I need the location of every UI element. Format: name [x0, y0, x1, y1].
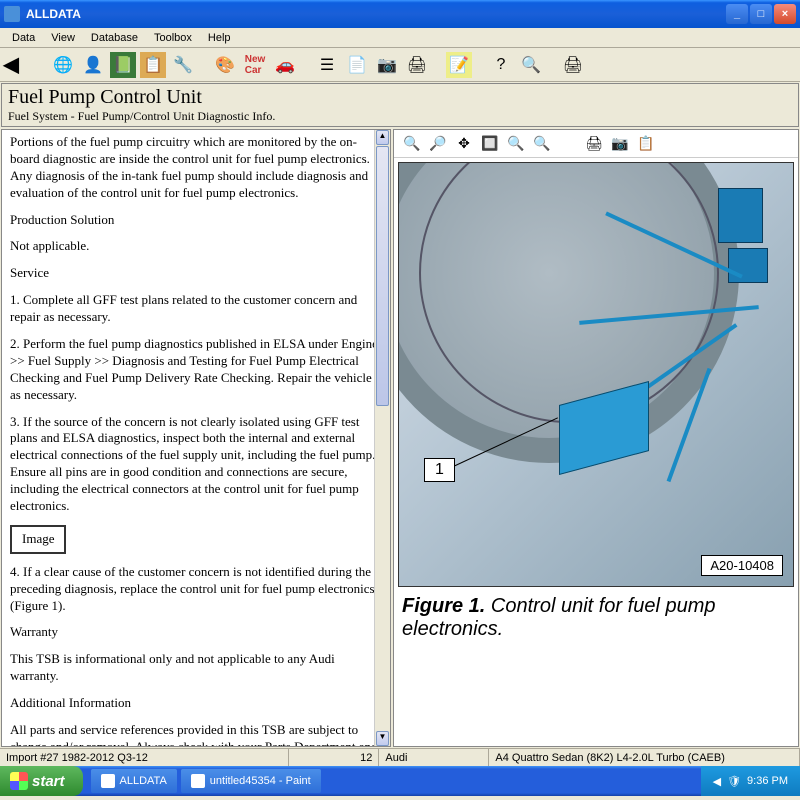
article-para: All parts and service references provide…	[10, 722, 382, 747]
system-tray[interactable]: ◀ 🛡 9:36 PM	[701, 766, 800, 796]
article-para: 1. Complete all GFF test plans related t…	[10, 292, 382, 326]
article-para: Production Solution	[10, 212, 382, 229]
tool-camera-icon[interactable]: 📷	[374, 52, 400, 78]
print-image-icon[interactable]: 🖨	[584, 134, 604, 154]
tool-print-icon[interactable]: 🖨	[404, 52, 430, 78]
zoom-out-icon[interactable]: 🔎	[428, 134, 448, 154]
tray-icon[interactable]: ◀	[713, 775, 721, 788]
page-title: Fuel Pump Control Unit	[8, 86, 792, 109]
tool-print2-icon[interactable]: 🖨	[560, 52, 586, 78]
status-vehicle: A4 Quattro Sedan (8K2) L4-2.0L Turbo (CA…	[489, 749, 800, 766]
menu-help[interactable]: Help	[200, 30, 239, 46]
tray-icon[interactable]: 🛡	[727, 775, 741, 788]
article-para: Not applicable.	[10, 238, 382, 255]
menu-toolbox[interactable]: Toolbox	[146, 30, 200, 46]
tray-clock: 9:36 PM	[747, 775, 788, 787]
tool-search-icon[interactable]: 🔍	[518, 52, 544, 78]
article-para: This TSB is informational only and not a…	[10, 651, 382, 685]
tool-car-icon[interactable]: 🚗	[272, 52, 298, 78]
diagram-callout-1: 1	[424, 458, 455, 482]
status-bar: Import #27 1982-2012 Q3-12 12 Audi A4 Qu…	[0, 748, 800, 766]
title-bar: ALLDATA _ □ ×	[0, 0, 800, 28]
move-icon[interactable]: ✥	[454, 134, 474, 154]
scroll-thumb[interactable]	[376, 146, 389, 406]
figure-caption: Figure 1. Control unit for fuel pump ele…	[398, 587, 794, 649]
tool-wrench-icon[interactable]: 🔧	[170, 52, 196, 78]
article-para: 4. If a clear cause of the customer conc…	[10, 564, 382, 615]
diagram-part-number: A20-10408	[701, 555, 783, 576]
scroll-up-icon[interactable]: ▲	[376, 130, 389, 145]
close-button[interactable]: ×	[774, 4, 796, 24]
scroll-down-icon[interactable]: ▼	[376, 731, 389, 746]
tool-help-icon[interactable]: ?	[488, 52, 514, 78]
article-para: 3. If the source of the concern is not c…	[10, 414, 382, 515]
tool-paint-icon[interactable]: 🎨	[212, 52, 238, 78]
article-para: Service	[10, 265, 382, 282]
tool-card-icon[interactable]: 📋	[140, 52, 166, 78]
zoom-fit-icon[interactable]: 🔲	[480, 134, 500, 154]
menu-data[interactable]: Data	[4, 30, 43, 46]
main-toolbar: ◀ 🌐 👤 📗 📋 🔧 🎨 NewCar 🚗 ☰ 📄 📷 🖨 📝 ? 🔍 🖨	[0, 48, 800, 82]
tool-newcar-icon[interactable]: NewCar	[242, 52, 268, 78]
image-pane: 🔍 🔎 ✥ 🔲 🔍 🔍 🖨 📷 📋 1	[393, 129, 799, 747]
taskbar: start ALLDATA untitled45354 - Paint ◀ 🛡 …	[0, 766, 800, 796]
tool-doc-icon[interactable]: 📄	[344, 52, 370, 78]
app-icon	[4, 6, 20, 22]
tool-note-icon[interactable]: 📝	[446, 52, 472, 78]
image-toolbar: 🔍 🔎 ✥ 🔲 🔍 🔍 🖨 📷 📋	[394, 130, 798, 158]
scrollbar[interactable]: ▲ ▼	[374, 130, 390, 746]
minimize-button[interactable]: _	[726, 4, 748, 24]
taskbar-app-icon	[101, 774, 115, 788]
menu-bar: Data View Database Toolbox Help	[0, 28, 800, 48]
diagram-image: 1 A20-10408	[398, 162, 794, 587]
article-para: Warranty	[10, 624, 382, 641]
article-para: 2. Perform the fuel pump diagnostics pub…	[10, 336, 382, 404]
tool-globe-icon[interactable]: 🌐	[50, 52, 76, 78]
copy-image-icon[interactable]: 📋	[636, 134, 656, 154]
start-button[interactable]: start	[0, 766, 83, 796]
tool-person-icon[interactable]: 👤	[80, 52, 106, 78]
article-para: Additional Information	[10, 695, 382, 712]
menu-database[interactable]: Database	[83, 30, 146, 46]
taskbar-app-icon	[191, 774, 205, 788]
article-para: Portions of the fuel pump circuitry whic…	[10, 134, 382, 202]
back-button[interactable]: ◀	[8, 52, 34, 78]
status-make: Audi	[379, 749, 489, 766]
window-title: ALLDATA	[26, 7, 726, 21]
status-count: 12	[289, 749, 379, 766]
camera-image-icon[interactable]: 📷	[610, 134, 630, 154]
taskbar-item-paint[interactable]: untitled45354 - Paint	[181, 769, 321, 793]
maximize-button[interactable]: □	[750, 4, 772, 24]
image-button[interactable]: Image	[10, 525, 66, 554]
tool-list-icon[interactable]: ☰	[314, 52, 340, 78]
window-buttons: _ □ ×	[726, 4, 796, 24]
zoom-actual-icon[interactable]: 🔍	[532, 134, 552, 154]
article-header: Fuel Pump Control Unit Fuel System - Fue…	[1, 83, 799, 127]
zoom-in-icon[interactable]: 🔍	[402, 134, 422, 154]
taskbar-item-alldata[interactable]: ALLDATA	[91, 769, 177, 793]
status-dataset: Import #27 1982-2012 Q3-12	[0, 749, 289, 766]
breadcrumb: Fuel System - Fuel Pump/Control Unit Dia…	[8, 109, 792, 124]
article-pane: Portions of the fuel pump circuitry whic…	[1, 129, 391, 747]
zoom-reset-icon[interactable]: 🔍	[506, 134, 526, 154]
menu-view[interactable]: View	[43, 30, 83, 46]
tool-book-icon[interactable]: 📗	[110, 52, 136, 78]
